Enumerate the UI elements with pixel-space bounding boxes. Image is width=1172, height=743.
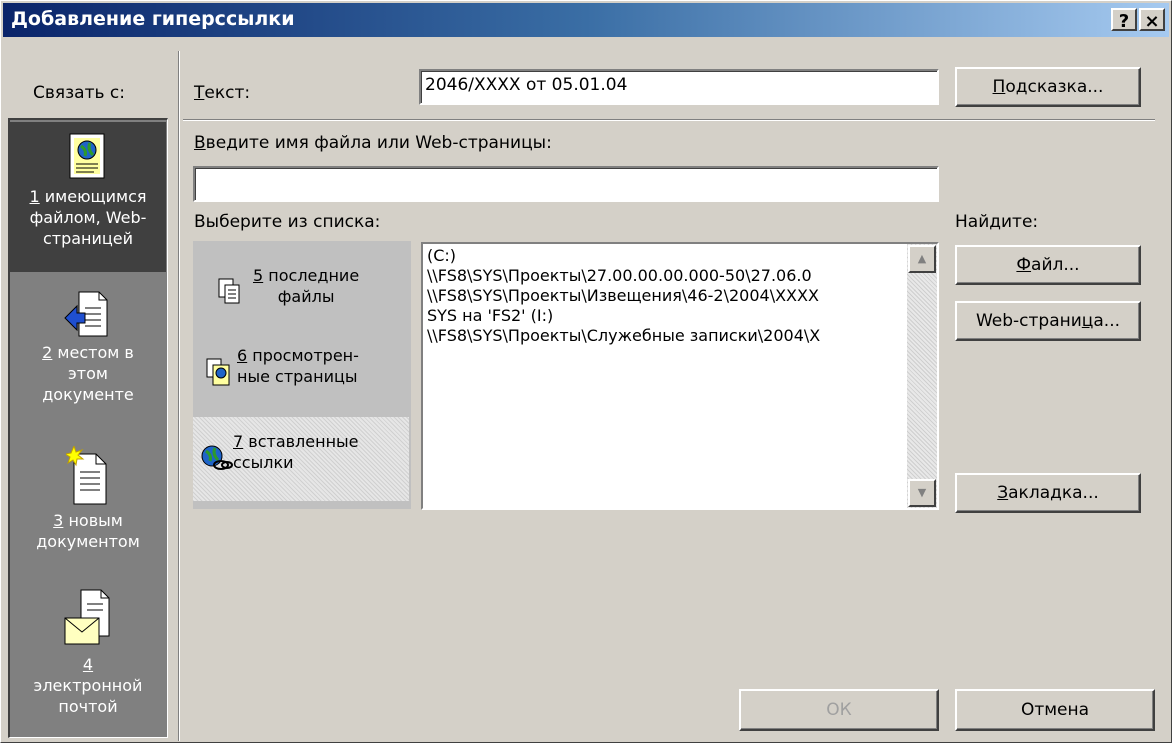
window-title: Добавление гиперссылки (11, 8, 295, 30)
inserted-links-icon (201, 445, 233, 470)
list-item[interactable]: \\FS8\SYS\Проекты\27.00.00.00.000-50\27.… (427, 266, 905, 286)
choose-from-list-label: Выберите из списка: (194, 212, 381, 232)
category-inserted-links[interactable]: 7 вставленные ссылки (193, 417, 409, 501)
link-with-label: Связать с: (33, 83, 125, 103)
close-button[interactable]: × (1139, 8, 1165, 32)
link-new-document[interactable]: 3 новым документом (10, 446, 166, 576)
web-page-icon (69, 133, 105, 179)
email-icon (64, 589, 110, 645)
list-item[interactable]: SYS на 'FS2' (I:) (427, 306, 905, 326)
top-separator (183, 119, 1155, 121)
recent-links-list[interactable]: (C:) \\FS8\SYS\Проекты\27.00.00.00.000-5… (421, 242, 939, 510)
new-document-icon (66, 446, 107, 505)
list-scrollbar[interactable]: ▲ ▼ (907, 244, 937, 508)
link-place-in-document[interactable]: 2 местом в этом документе (10, 290, 166, 430)
list-item[interactable]: \\FS8\SYS\Проекты\Служебные записки\2004… (427, 326, 905, 346)
find-label: Найдите: (955, 212, 1039, 232)
link-email[interactable]: 4 электронной почтой (10, 588, 166, 738)
scroll-down-button[interactable]: ▼ (908, 479, 936, 507)
hyperlink-dialog: Добавление гиперссылки ? × Связать с: 1 … (0, 0, 1172, 743)
category-recent-files[interactable]: 5 последние файлы (193, 261, 409, 333)
browse-category-panel: 5 последние файлы 6 просмотрен- ные стра… (193, 241, 411, 509)
browse-web-page-button[interactable]: Web-страница... (955, 301, 1141, 341)
browse-file-button[interactable]: Файл... (955, 245, 1141, 285)
cancel-button[interactable]: Отмена (955, 689, 1155, 731)
link-type-bar: 1 имеющимся файлом, Web- страницей 2 мес… (8, 118, 168, 738)
text-label: Текст: (194, 83, 251, 103)
place-in-document-icon (64, 291, 108, 337)
display-text-input[interactable]: 2046/XXXX от 05.01.04 (419, 69, 939, 105)
list-item[interactable]: \\FS8\SYS\Проекты\Извещения\46-2\2004\XX… (427, 286, 905, 306)
link-existing-file-or-web[interactable]: 1 имеющимся файлом, Web- страницей (10, 122, 166, 272)
title-bar: Добавление гиперссылки ? × (3, 3, 1169, 37)
help-button[interactable]: ? (1111, 8, 1137, 32)
ok-button[interactable]: ОК (739, 689, 939, 731)
category-browsed-pages[interactable]: 6 просмотрен- ные страницы (193, 333, 409, 417)
scroll-up-button[interactable]: ▲ (908, 245, 936, 273)
bookmark-button[interactable]: Закладка... (955, 473, 1141, 513)
recent-files-icon (218, 278, 240, 304)
list-item[interactable]: (C:) (427, 246, 905, 266)
address-input[interactable] (193, 166, 939, 202)
address-label: Введите имя файла или Web-страницы: (194, 133, 552, 153)
browsed-pages-icon (206, 358, 230, 386)
vertical-separator (178, 51, 180, 741)
hint-button[interactable]: Подсказка... (955, 67, 1141, 107)
